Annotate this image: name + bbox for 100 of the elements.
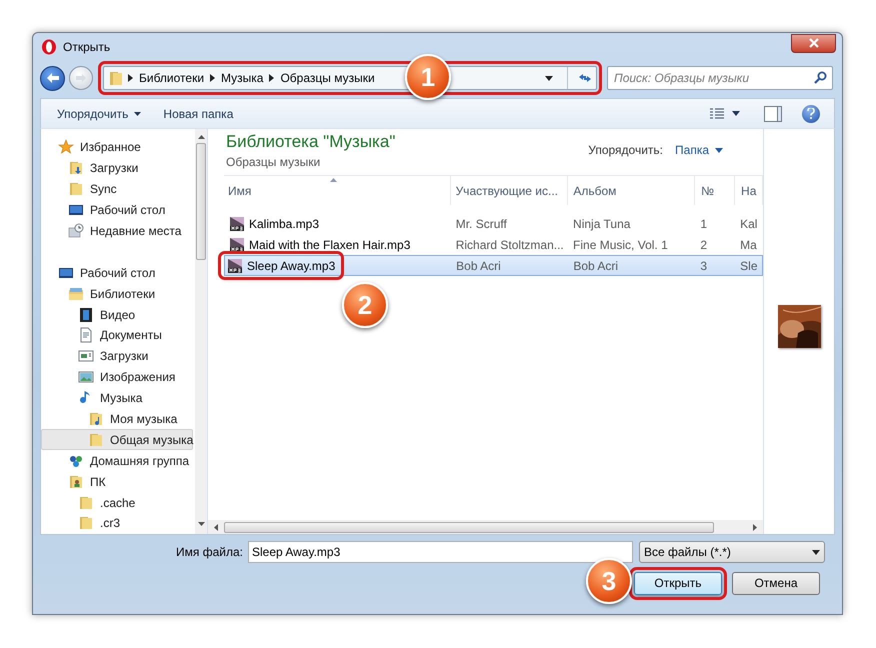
table-cell-text: Mr. Scruff — [456, 216, 507, 232]
horizontal-scrollbar[interactable] — [208, 520, 763, 534]
nav-item[interactable]: Избранное — [41, 137, 193, 158]
nav-item[interactable]: .cr3 — [41, 513, 193, 534]
callout-number: 3 — [586, 558, 632, 604]
table-cell-text: Richard Stoltzman... — [456, 236, 564, 254]
organize-menu[interactable]: Упорядочить — [49, 104, 150, 122]
nav-item[interactable]: Изображения — [41, 366, 193, 388]
nav-item[interactable]: Загрузки — [41, 346, 193, 367]
callout-number: 2 — [342, 282, 388, 328]
star-icon — [58, 139, 74, 156]
column-header[interactable]: № — [695, 176, 736, 205]
table-cell-text: Sle — [740, 258, 758, 274]
chevron-icon — [210, 74, 216, 82]
table-cell-text: Maid with the Flaxen Hair.mp3 — [249, 236, 410, 254]
table-cell-text: Kalimba.mp3 — [249, 216, 320, 232]
column-header[interactable]: Участвующие ис... — [450, 176, 568, 205]
callout-number: 1 — [405, 54, 451, 100]
audio-file-icon — [229, 236, 245, 252]
scrollbar-thumb[interactable] — [196, 143, 206, 260]
music-folder-icon — [88, 411, 104, 428]
image-icon — [78, 369, 94, 386]
browser-logo-icon — [41, 39, 57, 55]
breadcrumb[interactable]: Библиотеки — [139, 69, 204, 87]
table-cell-text: Bob Acri — [573, 258, 618, 274]
chevron-icon — [128, 74, 133, 82]
nav-item[interactable]: Видео — [41, 304, 193, 326]
folder-icon — [88, 432, 104, 448]
caret-icon — [134, 112, 142, 116]
help-icon — [807, 108, 815, 119]
close-icon — [808, 38, 820, 48]
column-header[interactable]: Альбом — [568, 176, 696, 205]
nav-item[interactable]: .cache — [41, 492, 193, 514]
user-folder-icon — [68, 474, 84, 490]
vertical-scrollbar[interactable] — [195, 129, 207, 534]
libraries-icon — [68, 286, 84, 302]
document-icon — [78, 327, 94, 344]
scrollbar-thumb[interactable] — [224, 522, 714, 532]
audio-file-icon — [229, 216, 245, 232]
chevron-icon — [269, 74, 274, 82]
close-button[interactable] — [791, 34, 836, 52]
table-cell-text: Kal — [740, 216, 758, 232]
column-header[interactable]: На — [735, 176, 763, 205]
folder-icon — [110, 70, 122, 86]
nav-item[interactable]: Домашняя группа — [41, 450, 193, 472]
arrange-label: Упорядочить: — [588, 142, 664, 159]
arrange-dropdown[interactable]: Папка — [675, 141, 723, 159]
download-folder-icon — [68, 160, 84, 176]
library-title: Библиотека "Музыка" — [226, 131, 396, 153]
video-icon — [78, 306, 94, 323]
table-cell-text: 3 — [700, 258, 708, 274]
nav-item[interactable]: Sync — [41, 178, 193, 200]
refresh-arrows-icon — [578, 73, 592, 83]
nav-item[interactable]: Документы — [41, 325, 193, 346]
nav-item[interactable]: ПК — [41, 471, 193, 492]
dropdown-arrow-icon — [812, 550, 820, 554]
scroll-up-icon — [198, 135, 204, 139]
table-cell-text: Ma — [740, 236, 757, 254]
downloads-icon — [78, 348, 94, 364]
back-arrow-icon — [46, 72, 60, 84]
nav-item[interactable]: Рабочий стол — [41, 200, 193, 221]
table-cell-text: Sleep Away.mp3 — [247, 258, 336, 274]
new-folder-button[interactable]: Новая папка — [155, 104, 242, 122]
caret-icon — [732, 111, 740, 116]
breadcrumb[interactable]: Музыка — [221, 69, 264, 87]
nav-item[interactable]: Недавние места — [41, 220, 193, 242]
recent-icon — [68, 223, 84, 239]
library-subtitle: Образцы музыки — [226, 154, 322, 171]
file-row[interactable]: Kalimba.mp3 Mr. Scruff Ninja Tuna 1 Kal — [224, 213, 763, 234]
cancel-button[interactable]: Отмена — [732, 572, 820, 594]
nav-item[interactable]: Общая музыка — [41, 429, 193, 450]
search-icon — [814, 71, 827, 84]
file-row[interactable]: Maid with the Flaxen Hair.mp3 Richard Stoltzman... Fine Music, Vol. 1 2 Ma — [224, 234, 763, 255]
nav-item[interactable]: Рабочий стол — [41, 262, 193, 284]
forward-arrow-icon — [75, 73, 87, 83]
details-view-icon — [710, 108, 724, 120]
filename-label: Имя файла: — [176, 544, 243, 561]
preview-pane-button[interactable] — [764, 106, 782, 122]
filename-field[interactable]: Sleep Away.mp3 — [248, 541, 633, 563]
table-cell-text: Fine Music, Vol. 1 — [573, 236, 668, 254]
nav-item[interactable]: Моя музыка — [41, 408, 193, 430]
search-field[interactable]: Поиск: Образцы музыки — [607, 66, 833, 90]
back-button[interactable] — [40, 66, 65, 90]
breadcrumb[interactable]: Образцы музыки — [280, 69, 375, 87]
nav-item[interactable]: Музыка — [41, 388, 193, 409]
caret-icon — [715, 148, 723, 152]
nav-item[interactable]: Библиотеки — [41, 283, 193, 304]
scroll-left-icon — [214, 524, 218, 530]
audio-file-icon — [227, 258, 243, 274]
window-title: Открыть — [63, 39, 110, 56]
table-cell-text: Bob Acri — [456, 258, 501, 274]
dropdown-arrow-icon — [545, 76, 553, 80]
table-cell-text: 1 — [700, 216, 708, 232]
scroll-right-icon — [753, 524, 757, 530]
file-type-dropdown[interactable]: Все файлы (*.*) — [638, 541, 825, 563]
help-button[interactable] — [802, 104, 820, 122]
nav-item[interactable]: Загрузки — [41, 158, 193, 179]
sort-arrow-icon — [330, 178, 337, 182]
table-cell-text: Ninja Tuna — [573, 216, 630, 232]
folder-icon — [78, 494, 94, 511]
